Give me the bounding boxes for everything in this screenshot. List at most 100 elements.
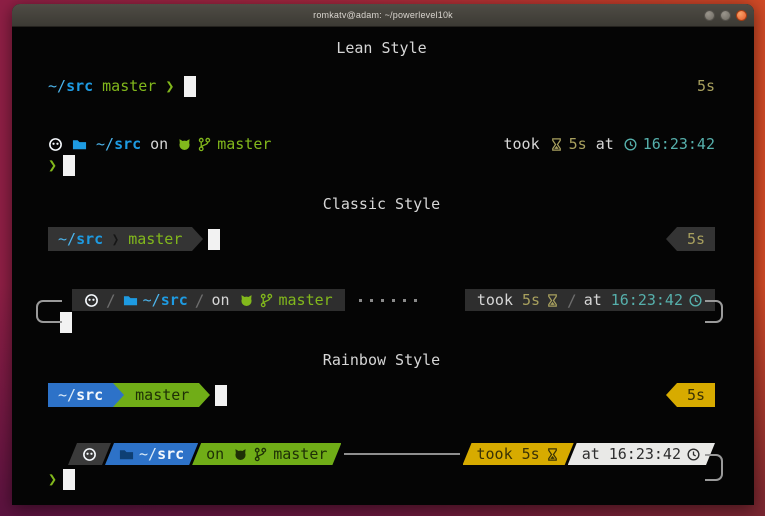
slash-separator: / bbox=[106, 291, 116, 310]
os-segment bbox=[68, 443, 111, 465]
home-path: ~/ bbox=[58, 386, 76, 404]
took-word: took bbox=[477, 291, 513, 309]
os-icon bbox=[48, 137, 63, 152]
git-branch-icon bbox=[253, 447, 268, 462]
folder-icon bbox=[72, 137, 87, 152]
slash-separator: / bbox=[195, 291, 205, 310]
maximize-button[interactable] bbox=[720, 10, 731, 21]
clock-icon bbox=[686, 447, 701, 462]
gap-filler bbox=[345, 299, 465, 302]
duration-segment: 5s bbox=[677, 227, 715, 251]
prompt-frame-right bbox=[705, 300, 723, 323]
current-dir: src bbox=[114, 135, 141, 153]
git-branch: master bbox=[217, 135, 271, 153]
desktop-background: romkatv@adam: ~/powerlevel10k Lean Style… bbox=[0, 0, 765, 516]
close-button[interactable] bbox=[736, 10, 747, 21]
prompt-char: ❯ bbox=[165, 77, 174, 95]
folder-icon bbox=[119, 447, 134, 462]
block-cursor bbox=[63, 155, 75, 176]
took-word: took bbox=[504, 135, 540, 153]
block-cursor bbox=[208, 229, 220, 250]
duration: 5s bbox=[569, 135, 587, 153]
path-segment: ~/ src ❯ master bbox=[48, 227, 192, 251]
classic-prompt-1: ~/ src ❯ master 5s bbox=[48, 227, 715, 251]
os-icon bbox=[84, 293, 99, 308]
thin-separator: ❯ bbox=[112, 230, 119, 248]
clock-icon bbox=[688, 293, 703, 308]
block-cursor bbox=[63, 469, 75, 490]
time-segment: at 16:23:42 bbox=[568, 443, 715, 465]
duration: 5s bbox=[687, 230, 705, 248]
duration: 5s bbox=[687, 386, 705, 404]
terminal-body[interactable]: Lean Style ~/ src master ❯ 5s ~/ src on … bbox=[12, 27, 754, 505]
minimize-button[interactable] bbox=[704, 10, 715, 21]
block-cursor bbox=[184, 76, 196, 97]
os-icon bbox=[82, 447, 97, 462]
git-branch: master bbox=[102, 77, 156, 95]
rainbow-prompt-2-line-2: ❯ bbox=[48, 467, 715, 491]
current-dir: src bbox=[157, 445, 184, 463]
home-path: ~/ bbox=[48, 77, 66, 95]
section-title: Classic Style bbox=[323, 195, 440, 213]
lean-prompt-1: ~/ src master ❯ 5s bbox=[48, 75, 715, 97]
took-word: took bbox=[477, 445, 513, 463]
github-icon bbox=[233, 447, 248, 462]
clock-icon bbox=[623, 137, 638, 152]
right-status-bar: took 5s / at 16:23:42 bbox=[465, 289, 715, 311]
prompt-char: ❯ bbox=[48, 156, 57, 174]
section-header-rainbow: Rainbow Style bbox=[48, 349, 715, 371]
time: 16:23:42 bbox=[611, 291, 683, 309]
block-cursor bbox=[215, 385, 227, 406]
git-segment: on master bbox=[192, 443, 341, 465]
slash-separator: / bbox=[567, 291, 577, 310]
line-filler bbox=[344, 453, 459, 455]
gap-filler bbox=[341, 453, 462, 455]
current-dir: src bbox=[76, 386, 103, 404]
path-segment: ~/ src bbox=[48, 383, 113, 407]
prompt-frame-left bbox=[36, 300, 62, 323]
current-dir: src bbox=[161, 291, 188, 309]
at-word: at bbox=[596, 135, 614, 153]
rainbow-prompt-2-line-1: ~/ src on master took 5s at 16:23: bbox=[48, 443, 715, 465]
duration-badge: 5s bbox=[697, 77, 715, 95]
github-icon bbox=[177, 137, 192, 152]
prompt-char: ❯ bbox=[48, 470, 57, 488]
on-word: on bbox=[211, 291, 229, 309]
duration: 5s bbox=[522, 445, 540, 463]
on-word: on bbox=[150, 135, 168, 153]
duration: 5s bbox=[522, 291, 540, 309]
git-branch: master bbox=[279, 291, 333, 309]
time: 16:23:42 bbox=[609, 445, 681, 463]
classic-prompt-2-line-2 bbox=[48, 310, 715, 334]
duration-segment: 5s bbox=[677, 383, 715, 407]
lean-prompt-2-line-1: ~/ src on master took 5s at 16:23:42 bbox=[48, 133, 715, 155]
prompt-frame-right bbox=[705, 454, 723, 481]
git-branch: master bbox=[135, 386, 189, 404]
git-branch-icon bbox=[259, 293, 274, 308]
folder-icon bbox=[123, 293, 138, 308]
git-branch: master bbox=[273, 445, 327, 463]
classic-prompt-2-line-1: / ~/ src / on master took 5s / at bbox=[48, 289, 715, 311]
hourglass-icon bbox=[545, 447, 560, 462]
rainbow-prompt-1: ~/ src master 5s bbox=[48, 383, 715, 407]
git-branch: master bbox=[128, 230, 182, 248]
hourglass-icon bbox=[549, 137, 564, 152]
git-segment: master bbox=[113, 383, 199, 407]
time: 16:23:42 bbox=[643, 135, 715, 153]
section-header-lean: Lean Style bbox=[48, 37, 715, 59]
window-buttons bbox=[704, 4, 747, 26]
home-path: ~/ bbox=[96, 135, 114, 153]
duration-segment: took 5s bbox=[463, 443, 574, 465]
on-word: on bbox=[206, 445, 224, 463]
path-segment: ~/ src bbox=[105, 443, 198, 465]
home-path: ~/ bbox=[58, 230, 76, 248]
terminal-window: romkatv@adam: ~/powerlevel10k Lean Style… bbox=[12, 4, 754, 505]
current-dir: src bbox=[76, 230, 103, 248]
at-word: at bbox=[584, 291, 602, 309]
dotted-filler bbox=[359, 299, 425, 302]
section-title: Rainbow Style bbox=[323, 351, 440, 369]
at-word: at bbox=[582, 445, 600, 463]
section-header-classic: Classic Style bbox=[48, 193, 715, 215]
titlebar[interactable]: romkatv@adam: ~/powerlevel10k bbox=[12, 4, 754, 27]
current-dir: src bbox=[66, 77, 93, 95]
